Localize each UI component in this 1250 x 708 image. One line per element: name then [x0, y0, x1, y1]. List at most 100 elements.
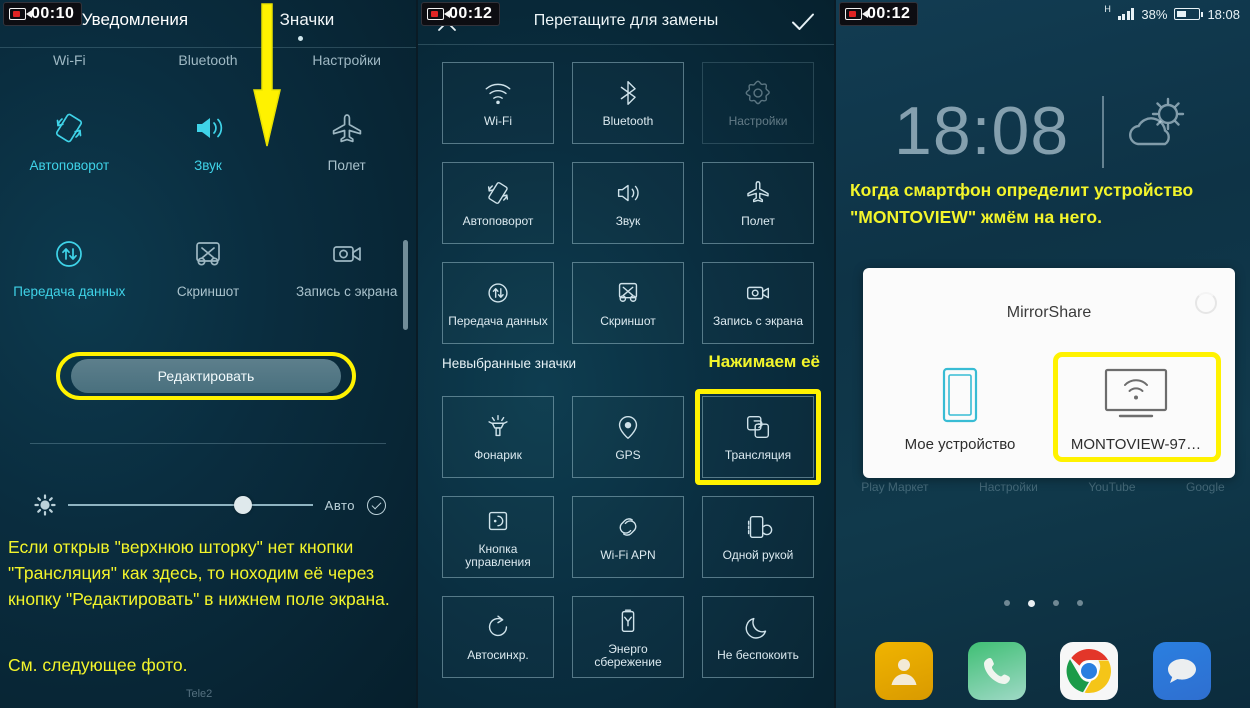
mirrorshare-dialog: MirrorShare Мое устройство MONTOVIEW-97… — [863, 268, 1235, 478]
tile-label: Фонарик — [474, 448, 522, 462]
toggle-label: Запись с экрана — [296, 284, 398, 299]
toggle-screen-record[interactable]: Запись с экрана — [277, 234, 416, 299]
top-label-settings[interactable]: Настройки — [277, 52, 416, 68]
tile-label: Автоповорот — [462, 214, 534, 228]
nav-button-icon — [488, 511, 508, 530]
tile-wifi-apn[interactable]: Wi-Fi APN — [572, 496, 684, 578]
panel-quick-settings: 00:10 Уведомления Значки Wi-Fi Bluetooth… — [0, 0, 416, 708]
battery-saver-icon — [621, 609, 635, 632]
clock-weather-divider — [1102, 96, 1104, 168]
tile-data-transfer[interactable]: Передача данных — [442, 262, 554, 344]
top-toggle-labels: Wi-Fi Bluetooth Настройки — [0, 52, 416, 68]
tile-label: Скриншот — [600, 314, 656, 328]
tab-icons[interactable]: Значки — [280, 10, 335, 30]
dock-contacts-button[interactable] — [875, 642, 934, 700]
brightness-slider-knob[interactable] — [234, 496, 253, 514]
tile-label: Звук — [615, 214, 641, 228]
tile-label: Wi-Fi — [484, 114, 512, 128]
brightness-row: Авто — [34, 487, 386, 523]
brightness-auto-checkbox[interactable] — [367, 495, 386, 515]
dock-chrome-button[interactable] — [1060, 642, 1119, 700]
annotation-caption-1: Если открыв "верхнюю шторку" нет кнопки … — [8, 537, 390, 609]
loading-spinner-icon — [1195, 292, 1217, 314]
tile-battery-saver[interactable]: Энерго сбережение — [572, 596, 684, 678]
tile-screen-record[interactable]: Запись с экрана — [702, 262, 814, 344]
brightness-slider[interactable] — [68, 496, 313, 514]
top-label-wifi[interactable]: Wi-Fi — [0, 52, 139, 68]
gear-icon — [745, 80, 770, 105]
annotation-caption-3: Когда смартфон определит устройство "MON… — [850, 180, 1194, 227]
page-dot[interactable] — [1076, 600, 1083, 606]
screen-record-icon — [746, 286, 770, 300]
tile-wifi[interactable]: Wi-Fi — [442, 62, 554, 144]
airplane-icon — [332, 114, 361, 143]
header-divider — [418, 44, 834, 45]
toggle-auto-rotate[interactable]: Автоповорот — [0, 108, 139, 173]
bluetooth-icon — [620, 81, 636, 105]
recording-badge-panel1: 00:10 — [3, 2, 83, 26]
toggle-data-transfer[interactable]: Передача данных — [0, 234, 139, 299]
tile-one-hand[interactable]: Одной рукой — [702, 496, 814, 578]
annotation-caption-2: См. следующее фото. — [8, 655, 188, 675]
scrollbar-thumb[interactable] — [403, 240, 408, 330]
recording-time: 00:12 — [867, 5, 911, 22]
toggle-row-2: Передача данных Скриншот Запись с экрана — [0, 234, 416, 299]
tile-auto-rotate[interactable]: Автоповорот — [442, 162, 554, 244]
montoview-highlight-annotation — [1053, 352, 1221, 462]
network-type-label: H — [1104, 4, 1111, 14]
tile-label: Одной рукой — [722, 548, 794, 562]
tile-label: Bluetooth — [602, 114, 654, 128]
ghost-app-labels: Play Маркет Настройки YouTube Google — [836, 480, 1250, 494]
tile-do-not-disturb[interactable]: Не беспокоить — [702, 596, 814, 678]
page-dot-active[interactable] — [1027, 600, 1035, 607]
panel-mirrorshare-home: 00:12 H 38% 18:08 18:08 Когда смартфон о… — [834, 0, 1250, 708]
signal-bars-icon — [1117, 8, 1135, 20]
edit-button-wrapper: Редактировать — [56, 352, 356, 400]
tile-flashlight[interactable]: Фонарик — [442, 396, 554, 478]
page-dot[interactable] — [1003, 600, 1010, 606]
auto-rotate-icon — [56, 113, 83, 143]
screen-record-icon — [332, 246, 361, 262]
flashlight-icon — [488, 415, 508, 437]
tile-label: Кнопка управления — [465, 541, 531, 569]
dock-messages-button[interactable] — [1152, 642, 1211, 700]
brightness-icon — [34, 494, 56, 516]
sms-icon — [1167, 659, 1196, 683]
battery-percent: 38% — [1141, 6, 1168, 22]
tile-bluetooth[interactable]: Bluetooth — [572, 62, 684, 144]
lockscreen-clock: 18:08 — [894, 93, 1070, 169]
mirrorshare-item-my-device[interactable]: Мое устройство — [885, 366, 1035, 453]
three-panel-tutorial-screenshot: 00:10 Уведомления Значки Wi-Fi Bluetooth… — [0, 0, 1250, 708]
record-camera-icon — [845, 8, 868, 20]
tile-label: Энерго сбережение — [594, 641, 662, 669]
panel-edit-icons: 00:12 Перетащите для замены Wi-Fi Blueto… — [416, 0, 834, 708]
screenshot-icon — [618, 282, 638, 302]
page-dot[interactable] — [1052, 600, 1059, 606]
unselected-icons-grid: Фонарик GPS Трансляция Кнопка управления… — [442, 389, 821, 678]
tile-screenshot[interactable]: Скриншот — [572, 262, 684, 344]
dock-phone-button[interactable] — [967, 642, 1026, 700]
one-hand-icon — [747, 515, 773, 539]
header-divider — [0, 47, 416, 48]
mirrorshare-item-label: Мое устройство — [904, 436, 1016, 453]
tile-sound[interactable]: Звук — [572, 162, 684, 244]
tile-settings[interactable]: Настройки — [702, 62, 814, 144]
toggle-airplane[interactable]: Полет — [277, 108, 416, 173]
section-divider — [30, 443, 386, 444]
phone-device-icon — [942, 367, 978, 423]
mirrorshare-title: MirrorShare — [1006, 304, 1092, 321]
tile-label: Wi-Fi APN — [600, 548, 656, 562]
toggle-label: Звук — [194, 158, 222, 173]
tile-autosync[interactable]: Автосинхр. — [442, 596, 554, 678]
tile-airplane[interactable]: Полет — [702, 162, 814, 244]
tile-cast[interactable]: Трансляция — [695, 389, 821, 485]
toggle-screenshot[interactable]: Скриншот — [139, 234, 278, 299]
tab-notifications[interactable]: Уведомления — [82, 10, 188, 30]
selected-icons-grid: Wi-Fi Bluetooth Настройки Автоповорот Зв… — [442, 62, 814, 344]
auto-rotate-icon — [487, 182, 509, 204]
tile-gps[interactable]: GPS — [572, 396, 684, 478]
tile-nav-button[interactable]: Кнопка управления — [442, 496, 554, 578]
down-arrow-annotation — [253, 3, 281, 147]
screenshot-icon — [196, 242, 220, 266]
annotation-press-it: Нажимаем её — [708, 352, 820, 371]
